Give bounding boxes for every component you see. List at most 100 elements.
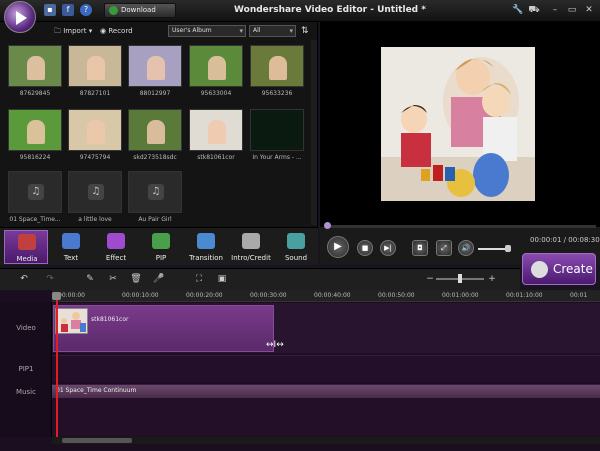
help-icon[interactable]: ? — [80, 4, 92, 16]
timeline-scrollbar[interactable] — [52, 437, 600, 444]
timecode: 00:00:01 / 00:08:30 — [530, 236, 600, 244]
record-button[interactable]: ◉ Record — [100, 25, 133, 38]
download-icon — [109, 6, 118, 15]
redo-icon[interactable]: ↷ — [44, 274, 56, 285]
volume-icon[interactable]: 🔊 — [458, 240, 474, 256]
tab-transition[interactable]: Transition — [184, 230, 228, 264]
audio-thumbnail: ♫ — [68, 171, 122, 213]
library-item-caption: 97475794 — [79, 154, 111, 161]
snapshot-icon[interactable]: ◘ — [412, 240, 428, 256]
save-icon[interactable]: ▪ — [44, 4, 56, 16]
create-button[interactable]: Create — [522, 253, 596, 285]
zoom-out-icon[interactable]: − — [424, 274, 436, 285]
tab-sound[interactable]: Sound — [274, 230, 318, 264]
effect-icon — [107, 233, 125, 249]
tab-text[interactable]: Text — [49, 230, 93, 264]
ruler-tick-label: 00:01:10:00 — [506, 292, 543, 299]
play-button[interactable]: ▶ — [327, 236, 349, 258]
delete-icon[interactable]: 🗑 — [130, 274, 142, 285]
library-item[interactable]: 88012997 — [128, 45, 182, 97]
function-tabs: Media Text Effect PIP Transition Intro/Credit… — [0, 227, 318, 265]
library-item[interactable]: skd273518sdc — [128, 109, 182, 161]
tab-label: Media — [16, 255, 38, 263]
library-scrollbar[interactable] — [311, 40, 317, 225]
library-item[interactable]: 87629845 — [8, 45, 62, 97]
tab-intro-credit[interactable]: Intro/Credit — [229, 230, 273, 264]
library-item-caption: 95633004 — [200, 90, 232, 97]
zoom-in-icon[interactable]: + — [486, 274, 498, 285]
next-frame-button[interactable]: ▶| — [380, 240, 396, 256]
tab-label: PIP — [155, 254, 167, 262]
media-thumbnail — [8, 45, 62, 87]
library-item-caption: 88012997 — [139, 90, 171, 97]
library-item[interactable]: 95633004 — [189, 45, 243, 97]
library-item[interactable]: 95816224 — [8, 109, 62, 161]
playhead[interactable] — [56, 295, 58, 442]
chevron-down-icon: ▾ — [86, 27, 93, 35]
ruler-tick-label: 00:00:00 — [58, 292, 85, 299]
audio-thumbnail: ♫ — [128, 171, 182, 213]
music-track[interactable] — [52, 398, 600, 436]
crop-icon[interactable]: ⛶ — [193, 274, 205, 285]
volume-handle[interactable] — [505, 245, 511, 252]
library-item[interactable]: 97475794 — [68, 109, 122, 161]
timeline-scrollbar-thumb[interactable] — [62, 438, 132, 443]
library-item[interactable]: ♫ 01 Space_Time... — [8, 171, 62, 223]
snapshot-timeline-icon[interactable]: ▣ — [216, 274, 228, 285]
media-thumbnail — [68, 109, 122, 151]
timeline-ruler[interactable]: 00:00:00 00:00:10:00 00:00:20:00 00:00:30:0… — [52, 290, 600, 302]
import-button[interactable]: 🗀 Import ▾ — [54, 25, 92, 38]
download-button[interactable]: Download — [104, 3, 176, 18]
seek-bar[interactable] — [324, 225, 596, 228]
ruler-tick-label: 00:01 — [570, 292, 588, 299]
playhead-handle[interactable] — [52, 292, 61, 300]
stop-button[interactable]: ■ — [357, 240, 373, 256]
tab-effect[interactable]: Effect — [94, 230, 138, 264]
resize-cursor-icon: ↔I↔ — [266, 340, 284, 350]
library-item[interactable]: 95633236 — [250, 45, 304, 97]
music-note-icon: ♫ — [28, 184, 44, 200]
undo-icon[interactable]: ↶ — [18, 274, 30, 285]
library-item[interactable]: In Your Arms - ... — [250, 109, 304, 161]
facebook-icon[interactable]: f — [62, 4, 74, 16]
filter-select[interactable]: All — [249, 25, 296, 37]
edit-icon[interactable]: ✎ — [84, 274, 96, 285]
sort-icon[interactable]: ⇅ — [301, 25, 309, 38]
cut-icon[interactable]: ✂ — [107, 274, 119, 285]
pip-track[interactable] — [52, 355, 600, 382]
ruler-tick-label: 00:00:30:00 — [250, 292, 287, 299]
app-logo — [4, 1, 36, 33]
video-clip-label: stk81061cor — [91, 316, 129, 323]
library-item-caption: Au Pair Girl — [138, 216, 172, 223]
maximize-icon[interactable]: ▭ — [566, 4, 578, 16]
folder-icon: 🗀 — [54, 27, 64, 35]
volume-slider[interactable] — [478, 248, 508, 250]
tab-pip[interactable]: PIP — [139, 230, 183, 264]
zoom-handle[interactable] — [458, 274, 462, 283]
close-icon[interactable]: ✕ — [583, 4, 595, 16]
ruler-tick-label: 00:00:50:00 — [378, 292, 415, 299]
library-item[interactable]: ♫ a little love — [68, 171, 122, 223]
media-thumbnail — [189, 109, 243, 151]
fullscreen-icon[interactable]: ⤢ — [436, 240, 452, 256]
album-select[interactable]: User's Album — [168, 25, 246, 37]
library-item[interactable]: stk81061cor — [189, 109, 243, 161]
music-clip-label: 01 Space_Time Continuum — [56, 387, 137, 394]
media-thumbnail — [68, 45, 122, 87]
library-item[interactable]: ♫ Au Pair Girl — [128, 171, 182, 223]
minimize-icon[interactable]: – — [549, 4, 561, 16]
seek-handle[interactable] — [324, 222, 331, 229]
tools-icon[interactable]: 🔧 — [512, 4, 524, 16]
library-item-caption: 87629845 — [19, 90, 51, 97]
voiceover-icon[interactable]: 🎤 — [153, 274, 165, 285]
tab-media[interactable]: Media — [4, 230, 48, 264]
text-icon — [62, 233, 80, 249]
cart-icon[interactable]: ⛟ — [528, 4, 540, 16]
library-toolbar: 🗀 Import ▾ ◉ Record User's Album All ⇅ — [0, 22, 318, 40]
library-item[interactable]: 87827101 — [68, 45, 122, 97]
tab-label: Text — [63, 254, 79, 262]
music-track-label: Music — [16, 388, 36, 396]
video-track-label: Video — [16, 324, 36, 332]
ruler-tick-label: 00:00:40:00 — [314, 292, 351, 299]
library-item-caption: a little love — [78, 216, 112, 223]
